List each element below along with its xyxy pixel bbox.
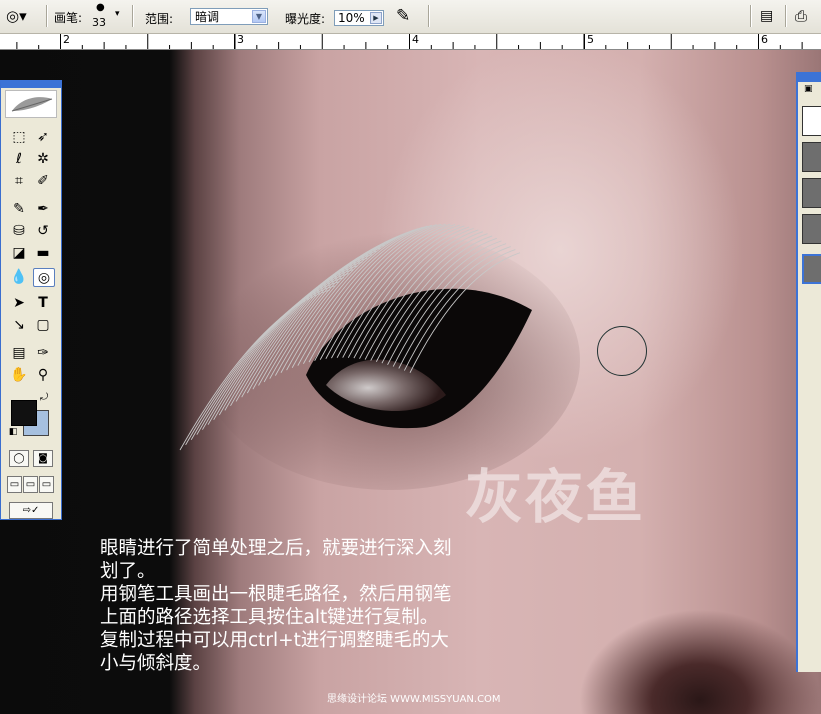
brush-cursor: [597, 326, 647, 376]
ruler-mark: 6: [761, 33, 768, 46]
eyelash-strand: [375, 235, 493, 362]
layer-thumbnail[interactable]: [802, 178, 821, 208]
tutorial-text: 眼睛进行了简单处理之后，就要进行深入刻 划了。 用钢笔工具画出一根睫毛路径，然后…: [100, 537, 570, 675]
notes-icon[interactable]: ▤: [8, 344, 30, 363]
layer-thumbnail[interactable]: [802, 142, 821, 172]
lasso-icon[interactable]: ℓ: [8, 150, 30, 169]
tutorial-line: 眼睛进行了简单处理之后，就要进行深入刻: [100, 538, 452, 559]
ruler-ticks: [16, 34, 803, 49]
tutorial-line: 复制过程中可以用ctrl+t进行调整睫毛的大: [100, 630, 449, 651]
exposure-input[interactable]: 10% ▶: [334, 10, 384, 26]
tutorial-line: 上面的路径选择工具按住alt键进行复制。: [100, 607, 439, 628]
layers-panel[interactable]: ▣: [796, 72, 821, 672]
blur-icon[interactable]: 💧: [8, 268, 30, 287]
screen-mode-full-menu-button[interactable]: ▭: [23, 476, 38, 493]
jump-to-imageready-button[interactable]: ⇨✓: [9, 502, 53, 519]
magic-wand-icon[interactable]: ✲: [32, 150, 54, 169]
eyelash-strand: [409, 252, 521, 373]
move-icon[interactable]: ➶: [32, 128, 54, 147]
brush-preview-icon[interactable]: ●: [96, 2, 105, 13]
eyelash-strand: [218, 261, 363, 416]
palette-well-icon[interactable]: ▤: [760, 8, 773, 24]
swap-colors-icon[interactable]: ⤾: [37, 392, 51, 404]
marquee-icon[interactable]: ⬚: [8, 128, 30, 147]
panel-tab-icon[interactable]: ▣: [804, 84, 813, 94]
chevron-down-icon[interactable]: ▼: [252, 10, 266, 23]
ruler-mark: 4: [412, 33, 419, 46]
brush-dropdown-icon[interactable]: ▾: [115, 9, 120, 19]
default-colors-icon[interactable]: ◧: [7, 426, 19, 438]
path-selection-icon[interactable]: ➤: [8, 294, 30, 313]
standard-mode-button[interactable]: ◯: [9, 450, 29, 467]
layer-thumbnail[interactable]: [802, 254, 821, 284]
eyelash-strand: [297, 225, 428, 366]
gradient-icon[interactable]: ▬: [32, 244, 54, 263]
options-bar: ◎▾ 画笔: ● 33 ▾ 范围: 暗调 ▼ 曝光度: 10% ▶ ✎ ▤ ⎙: [0, 0, 821, 34]
screen-mode-standard-button[interactable]: ▭: [7, 476, 22, 493]
exposure-label: 曝光度:: [285, 12, 326, 26]
clone-stamp-icon[interactable]: ⛁: [8, 222, 30, 241]
eyelash-strand: [325, 223, 451, 359]
horizontal-ruler: 2 3 4 5 6: [0, 33, 821, 50]
history-brush-icon[interactable]: ↺: [32, 222, 54, 241]
eyedropper-icon[interactable]: ✑: [32, 344, 54, 363]
pen-icon[interactable]: ↘: [8, 316, 30, 335]
range-select-value: 暗调: [195, 10, 220, 24]
brush-label: 画笔:: [54, 11, 83, 25]
file-browser-icon[interactable]: ⎙: [795, 7, 807, 25]
range-label: 范围:: [145, 12, 174, 26]
dodge-icon[interactable]: ◎: [33, 268, 55, 287]
layer-thumbnail[interactable]: [802, 214, 821, 244]
brush-size[interactable]: 33: [92, 16, 106, 29]
tutorial-line: 小与倾斜度。: [100, 653, 212, 674]
tutorial-line: 用钢笔工具画出一根睫毛路径，然后用钢笔: [100, 584, 452, 605]
eraser-icon[interactable]: ◪: [8, 244, 30, 263]
type-icon[interactable]: T: [32, 294, 54, 313]
brush-icon[interactable]: ✒: [32, 200, 54, 219]
watermark: 灰夜鱼: [465, 463, 646, 531]
feather-logo-icon[interactable]: [5, 90, 57, 118]
eyelash-strand: [331, 224, 456, 359]
exposure-value: 10%: [338, 11, 365, 25]
healing-brush-icon[interactable]: ✎: [8, 200, 30, 219]
tutorial-line: 划了。: [100, 561, 156, 582]
ruler-mark: 3: [237, 33, 244, 46]
shape-icon[interactable]: ▢: [32, 316, 54, 335]
zoom-icon[interactable]: ⚲: [32, 366, 54, 385]
tool-preset-icon[interactable]: ◎▾: [6, 7, 27, 25]
ruler-mark: 2: [63, 33, 70, 46]
screen-mode-full-button[interactable]: ▭: [39, 476, 54, 493]
foreground-color-swatch[interactable]: [11, 400, 37, 426]
range-select[interactable]: 暗调 ▼: [190, 8, 268, 25]
eyelash-strand: [230, 254, 372, 407]
layer-thumbnail[interactable]: [802, 106, 821, 136]
ruler-mark: 5: [587, 33, 594, 46]
airbrush-icon[interactable]: ✎: [396, 6, 410, 26]
exposure-slider-arrow-icon[interactable]: ▶: [370, 12, 382, 24]
quick-mask-button[interactable]: ◙: [33, 450, 53, 467]
slice-icon[interactable]: ✐: [32, 172, 54, 191]
toolbox-panel[interactable]: ⬚ ➶ ℓ ✲ ⌗ ✐ ✎ ✒ ⛁ ↺ ◪ ▬ 💧 ◎ ➤ T ↘ ▢ ▤ ✑ …: [0, 80, 62, 520]
eyelash-strand: [342, 225, 465, 358]
document-canvas[interactable]: 灰夜鱼 眼睛进行了简单处理之后，就要进行深入刻 划了。 用钢笔工具画出一根睫毛路…: [0, 50, 821, 714]
hand-icon[interactable]: ✋: [8, 366, 30, 385]
site-credit: 思缘设计论坛 WWW.MISSYUAN.COM: [327, 694, 501, 705]
crop-icon[interactable]: ⌗: [8, 172, 30, 191]
